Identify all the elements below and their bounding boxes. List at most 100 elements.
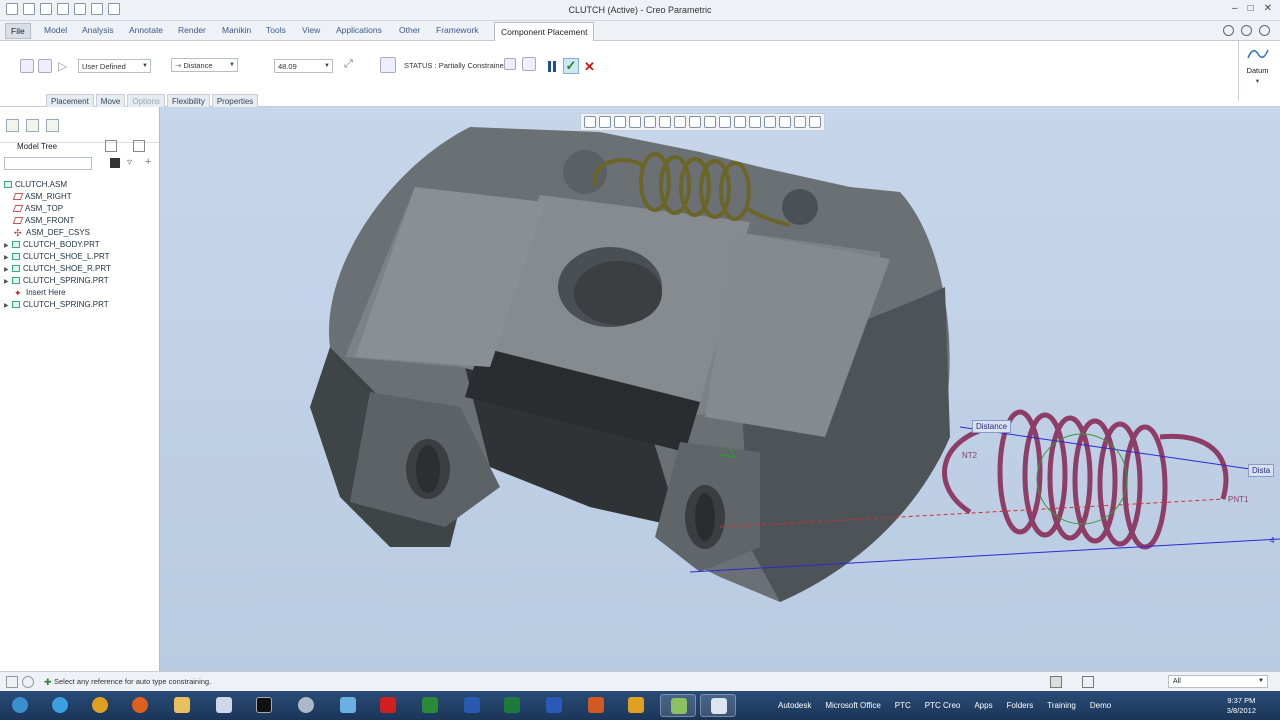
tree-item[interactable]: ✦ Insert Here xyxy=(4,287,111,299)
tree-item[interactable]: ▶ CLUTCH_SHOE_L.PRT xyxy=(4,251,111,263)
chrome-icon[interactable] xyxy=(82,694,118,717)
constraint-set-select[interactable]: User Defined ▼ xyxy=(78,59,151,73)
tab-manikin[interactable]: Manikin xyxy=(222,25,251,35)
expand-icon[interactable]: ▶ xyxy=(4,300,12,312)
datum-button[interactable]: Datum ▼ xyxy=(1238,41,1276,101)
cmd-icon[interactable] xyxy=(246,694,282,717)
pause-button[interactable] xyxy=(547,61,557,72)
add-column-icon[interactable]: + xyxy=(145,156,151,168)
distance-callout[interactable]: Distance xyxy=(972,420,1012,433)
constraint-type-value: Distance xyxy=(183,61,213,70)
close-icon[interactable]: ✕ xyxy=(1264,3,1272,14)
tree-settings-icon[interactable] xyxy=(105,140,117,152)
tree-item[interactable]: ▶ CLUTCH_SHOE_R.PRT xyxy=(4,263,111,275)
firefox-icon[interactable] xyxy=(122,694,158,717)
visio-icon[interactable] xyxy=(454,694,490,717)
graphics-window[interactable]: Distance Dista PNT1 NT2 4 xyxy=(160,107,1280,671)
tree-item[interactable]: ASM_TOP xyxy=(4,203,111,215)
toolbar-folders[interactable]: Folders xyxy=(1007,701,1034,710)
tab-view[interactable]: View xyxy=(302,25,320,35)
favorites-icon[interactable] xyxy=(46,119,59,132)
tree-item[interactable]: ASM_FRONT xyxy=(4,215,111,227)
filter-icon[interactable]: ▿ xyxy=(127,157,132,168)
selection-filter-select[interactable]: All ▼ xyxy=(1168,675,1268,688)
minimize-icon[interactable]: – xyxy=(1232,3,1238,14)
tree-item[interactable]: ▶ CLUTCH_BODY.PRT xyxy=(4,239,111,251)
ok-button[interactable]: ✓ xyxy=(563,58,579,74)
tab-framework[interactable]: Framework xyxy=(436,25,479,35)
model-tree-tab-icon[interactable] xyxy=(6,119,19,132)
placement-icon[interactable] xyxy=(380,57,396,73)
tab-annotate[interactable]: Annotate xyxy=(129,25,163,35)
creo-icon[interactable] xyxy=(660,694,696,717)
tab-render[interactable]: Render xyxy=(178,25,206,35)
explorer-icon[interactable] xyxy=(164,694,200,717)
tool-icon[interactable] xyxy=(288,694,324,717)
tab-move[interactable]: Move xyxy=(95,94,126,108)
tab-applications[interactable]: Applications xyxy=(336,25,382,35)
tree-item[interactable]: CLUTCH.ASM xyxy=(4,179,111,191)
show-icon[interactable] xyxy=(133,140,145,152)
file-menu[interactable]: File xyxy=(5,23,31,39)
tab-properties[interactable]: Properties xyxy=(211,94,259,108)
start-button[interactable] xyxy=(2,694,36,717)
help-icon[interactable] xyxy=(1259,25,1270,36)
tab-other[interactable]: Other xyxy=(399,25,420,35)
selection-icon[interactable] xyxy=(1082,676,1094,688)
tree-item-label: CLUTCH_SHOE_R.PRT xyxy=(23,264,111,273)
window-icon[interactable] xyxy=(700,694,736,717)
swiss-icon[interactable] xyxy=(370,694,406,717)
tab-tools[interactable]: Tools xyxy=(266,25,286,35)
settings-icon[interactable] xyxy=(1241,25,1252,36)
toolbar-training[interactable]: Training xyxy=(1047,701,1076,710)
toolbar-microsoft-office[interactable]: Microsoft Office xyxy=(825,701,880,710)
constraint-type-select[interactable]: ⇥ Distance ▼ xyxy=(171,58,238,72)
tree-item[interactable]: ✣ ASM_DEF_CSYS xyxy=(4,227,111,239)
distance-value-label: 4 xyxy=(1270,536,1275,545)
maximize-icon[interactable]: □ xyxy=(1248,3,1254,14)
tree-item[interactable]: ▶ CLUTCH_SPRING.PRT xyxy=(4,299,111,311)
datum-dropdown-icon[interactable]: ▼ xyxy=(1239,79,1276,85)
excel-icon[interactable] xyxy=(494,694,530,717)
toolbar-apps[interactable]: Apps xyxy=(974,701,992,710)
constraint-icon[interactable] xyxy=(20,59,34,73)
tab-options[interactable]: Options xyxy=(127,94,165,108)
browser-toggle-icon[interactable] xyxy=(22,676,34,688)
toolbar-ptc-creo[interactable]: PTC Creo xyxy=(925,701,961,710)
ie-icon[interactable] xyxy=(42,694,78,717)
toolbar-ptc[interactable]: PTC xyxy=(895,701,911,710)
insert-here-icon: ✦ xyxy=(14,288,22,298)
offset-input[interactable]: 48.09 ▼ xyxy=(274,59,333,73)
tab-component-placement[interactable]: Component Placement xyxy=(494,22,595,41)
system-clock[interactable]: 9:37 PM 3/8/2012 xyxy=(1227,696,1256,716)
find-icon[interactable] xyxy=(110,158,120,168)
project-icon[interactable] xyxy=(412,694,448,717)
app-icon[interactable] xyxy=(330,694,366,717)
tab-model[interactable]: Model xyxy=(44,25,67,35)
tab-placement[interactable]: Placement xyxy=(46,94,94,108)
distance-callout-right[interactable]: Dista xyxy=(1248,464,1275,477)
play-icon[interactable]: ▷ xyxy=(58,59,72,73)
mechanism-icon[interactable] xyxy=(38,59,52,73)
word-icon[interactable] xyxy=(536,694,572,717)
separate-window-icon[interactable] xyxy=(504,58,516,70)
powerpoint-icon[interactable] xyxy=(578,694,614,717)
smart-select-icon[interactable] xyxy=(1050,676,1062,688)
tree-toggle-icon[interactable] xyxy=(6,676,18,688)
flip-icon[interactable]: ⤢ xyxy=(344,58,358,72)
part-icon xyxy=(12,265,20,272)
tree-item-label: CLUTCH_SPRING.PRT xyxy=(23,276,109,285)
tab-analysis[interactable]: Analysis xyxy=(82,25,114,35)
notepad-icon[interactable] xyxy=(206,694,242,717)
tab-flexibility[interactable]: Flexibility xyxy=(166,94,210,108)
tree-item[interactable]: ASM_RIGHT xyxy=(4,191,111,203)
cancel-button[interactable]: ✕ xyxy=(584,59,595,75)
search-icon[interactable] xyxy=(1223,25,1234,36)
toolbar-autodesk[interactable]: Autodesk xyxy=(778,701,811,710)
toolbar-demo[interactable]: Demo xyxy=(1090,701,1111,710)
tree-item[interactable]: ▶ CLUTCH_SPRING.PRT xyxy=(4,275,111,287)
tree-search-input[interactable] xyxy=(4,157,92,170)
graphics-window-icon[interactable] xyxy=(522,57,536,71)
outlook-icon[interactable] xyxy=(618,694,654,717)
folder-browser-icon[interactable] xyxy=(26,119,39,132)
